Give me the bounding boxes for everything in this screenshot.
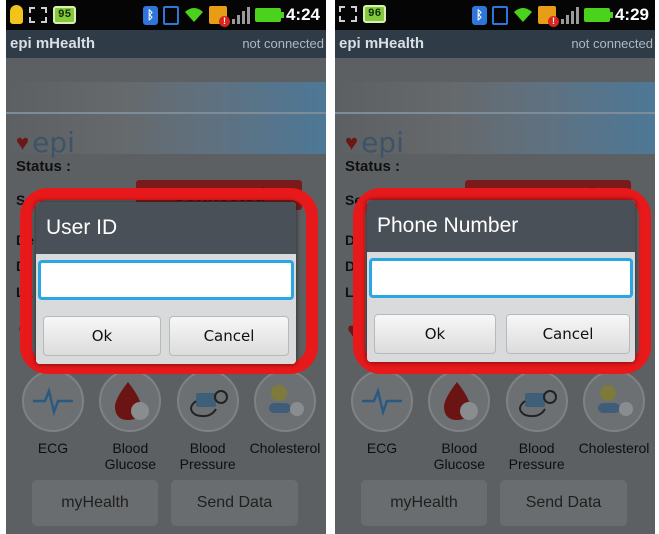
- blood-pressure-icon: [505, 370, 568, 432]
- app-title-bar: epi mHealth not connected: [335, 30, 655, 58]
- clock: 4:29: [614, 5, 649, 24]
- feature-label: Cholesterol: [578, 440, 650, 456]
- feature-label: Blood Pressure: [179, 440, 236, 472]
- heart-icon: ♥: [345, 129, 359, 155]
- signal-icon: [231, 6, 250, 24]
- connection-status: not connected: [242, 36, 324, 51]
- screenshot-icon: [339, 6, 357, 22]
- feature-label: Cholesterol: [249, 440, 321, 456]
- myhealth-button[interactable]: myHealth: [32, 480, 158, 526]
- feature-blood-pressure[interactable]: Blood Pressure: [171, 370, 245, 472]
- myhealth-button[interactable]: myHealth: [361, 480, 487, 526]
- pills-icon: [582, 370, 645, 432]
- feature-blood-glucose[interactable]: Blood Glucose: [422, 370, 496, 472]
- blood-drop-icon: [428, 370, 491, 432]
- alert-icon: [208, 6, 230, 27]
- send-data-button[interactable]: Send Data: [171, 480, 298, 526]
- feature-label: ECG: [366, 440, 398, 456]
- dialog-body: Ok Cancel: [36, 254, 296, 364]
- phone-number-input[interactable]: [369, 258, 633, 298]
- send-data-button[interactable]: Send Data: [500, 480, 627, 526]
- feature-label: ECG: [37, 440, 69, 456]
- feature-blood-glucose[interactable]: Blood Glucose: [93, 370, 167, 472]
- ecg-icon: [351, 370, 413, 432]
- feature-ecg[interactable]: ECG: [16, 370, 90, 472]
- wifi-icon: [513, 8, 532, 22]
- feature-label: Blood Glucose: [433, 440, 485, 472]
- feature-grid: ECG Blood Glucose Blood Pressure Cholest…: [345, 370, 651, 472]
- phone-screen-left: 95 ᛒ 4:24 epi mHealth not connected ♥ ep…: [6, 0, 326, 534]
- battery-icon: [583, 8, 613, 22]
- ok-button[interactable]: Ok: [374, 314, 496, 354]
- dialog-title: Phone Number: [367, 200, 635, 252]
- app-title: epi mHealth: [339, 35, 425, 52]
- wifi-icon: [184, 8, 203, 22]
- feature-cholesterol[interactable]: Cholesterol: [248, 370, 322, 472]
- phone-number-dialog: Phone Number Ok Cancel: [367, 200, 635, 362]
- status-label: Status :: [345, 158, 401, 175]
- feature-label: Blood Glucose: [104, 440, 156, 472]
- pills-icon: [253, 370, 316, 432]
- ecg-icon: [22, 370, 84, 432]
- battery-level-chip: 96: [363, 5, 387, 23]
- dialog-title: User ID: [36, 202, 296, 254]
- feature-blood-pressure[interactable]: Blood Pressure: [500, 370, 574, 472]
- user-id-dialog: User ID Ok Cancel: [36, 202, 296, 364]
- cancel-button[interactable]: Cancel: [169, 316, 289, 356]
- sync-icon: [162, 5, 179, 25]
- ecg-wave-decoration: [335, 112, 655, 114]
- feature-ecg[interactable]: ECG: [345, 370, 419, 472]
- status-bar: 96 ᛒ 4:29: [335, 0, 655, 30]
- epi-logo: ♥ epi: [16, 126, 75, 159]
- screenshot-icon: [29, 6, 47, 23]
- blood-drop-icon: [99, 370, 162, 432]
- bluetooth-icon: ᛒ: [142, 5, 158, 25]
- lightbulb-icon: [10, 5, 23, 24]
- sync-icon: [491, 5, 508, 25]
- status-label: Status :: [16, 158, 72, 175]
- connection-status: not connected: [571, 36, 653, 51]
- heart-icon: ♥: [16, 129, 30, 155]
- status-bar: 95 ᛒ 4:24: [6, 0, 326, 30]
- battery-level-chip: 95: [53, 5, 77, 24]
- app-title: epi mHealth: [10, 35, 96, 52]
- dialog-body: Ok Cancel: [367, 252, 635, 362]
- alert-icon: [537, 6, 559, 27]
- epi-logo: ♥ epi: [345, 126, 404, 159]
- signal-icon: [560, 6, 579, 24]
- app-title-bar: epi mHealth not connected: [6, 30, 326, 58]
- logo-text: epi: [361, 126, 404, 159]
- ecg-wave-decoration: [6, 112, 326, 114]
- logo-text: epi: [32, 126, 75, 159]
- feature-label: Blood Pressure: [508, 440, 565, 472]
- user-id-input[interactable]: [38, 260, 294, 300]
- feature-cholesterol[interactable]: Cholesterol: [577, 370, 651, 472]
- header-banner: ♥ epi: [335, 82, 655, 159]
- feature-grid: ECG Blood Glucose Blood Pressure Cholest…: [16, 370, 322, 472]
- header-banner: ♥ epi: [6, 82, 326, 159]
- cancel-button[interactable]: Cancel: [506, 314, 630, 354]
- battery-icon: [254, 8, 284, 22]
- bluetooth-icon: ᛒ: [471, 5, 487, 25]
- clock: 4:24: [285, 5, 320, 24]
- phone-screen-right: 96 ᛒ 4:29 epi mHealth not connected ♥ ep…: [335, 0, 655, 534]
- blood-pressure-icon: [176, 370, 239, 432]
- ok-button[interactable]: Ok: [43, 316, 161, 356]
